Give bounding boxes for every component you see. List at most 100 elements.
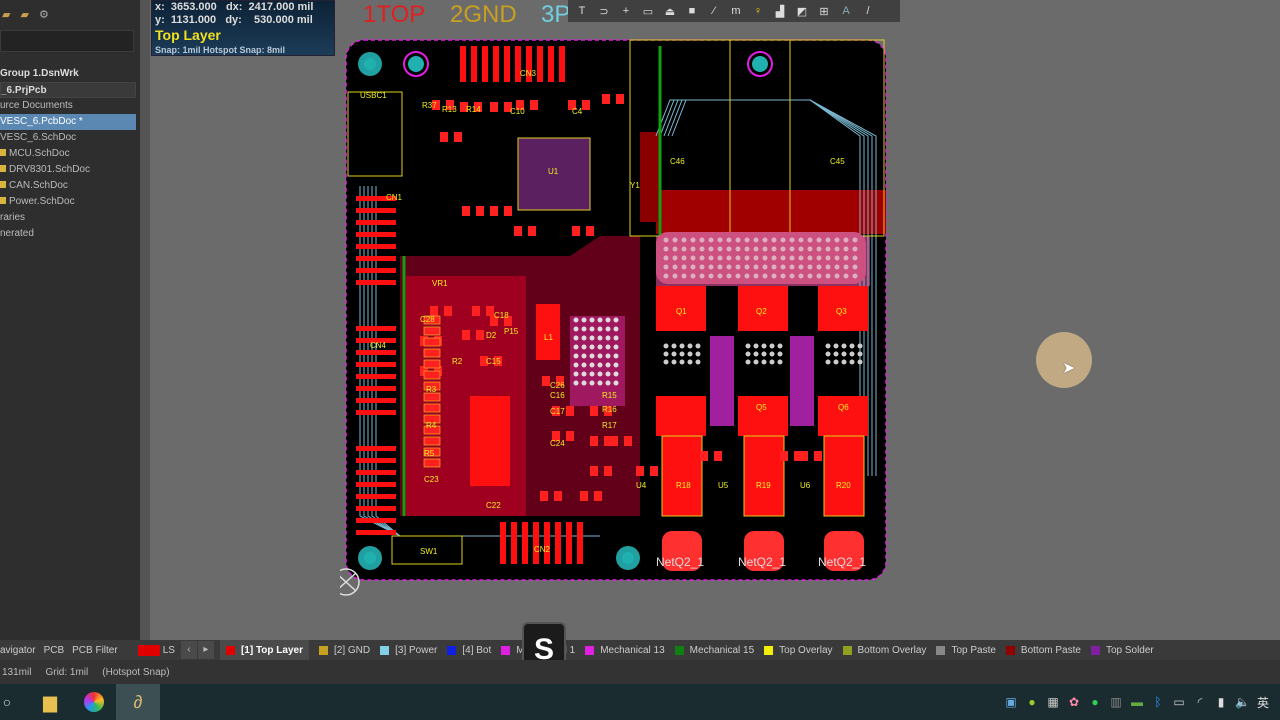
layer-tab[interactable]: [4] Bot (447, 645, 491, 656)
network-icon[interactable]: ▣ (1004, 695, 1018, 709)
layer-tab[interactable]: [2] GND (318, 644, 371, 656)
component-designator: Q2 (756, 307, 767, 316)
layer-tab[interactable]: Top Overlay (764, 645, 833, 656)
connector-pad (356, 458, 396, 463)
layer-tab[interactable]: Bottom Paste (1005, 645, 1081, 656)
via (699, 273, 705, 279)
toolbar-tool-icon[interactable]: T (573, 5, 591, 17)
altium-icon[interactable]: ∂ (116, 684, 160, 720)
folder-icon[interactable]: ▰ (20, 8, 28, 21)
tree-item[interactable]: MCU.SchDoc (0, 146, 136, 162)
component-designator: C10 (510, 107, 525, 116)
gear-icon[interactable]: ⚙ (39, 8, 49, 21)
via (745, 343, 751, 349)
mic-icon[interactable]: ▮ (1214, 695, 1228, 709)
via (581, 353, 587, 359)
layer-tab[interactable]: Bottom Overlay (842, 645, 926, 656)
via (833, 343, 839, 349)
via (690, 264, 696, 270)
flower-icon[interactable]: ✿ (1067, 695, 1081, 709)
panel-tab-pcb[interactable]: PCB (44, 645, 73, 656)
app-icon[interactable]: ● (1025, 695, 1039, 709)
toolbar-tool-icon[interactable]: m (727, 5, 745, 17)
tree-item[interactable]: VESC_6.PcbDoc * (0, 114, 136, 130)
ime-indicator[interactable]: 英 (1256, 694, 1270, 711)
toolbar-tool-icon[interactable]: ⏏ (661, 5, 679, 18)
shunt-resistor (661, 435, 703, 517)
toolbar-tool-icon[interactable]: / (859, 5, 877, 17)
tree-item[interactable]: VESC_6.SchDoc (0, 130, 136, 146)
component-designator: VR1 (432, 279, 448, 288)
tree-item[interactable]: urce Documents (0, 98, 136, 114)
layer-set-button[interactable]: LS (137, 644, 175, 656)
toolbar-tool-icon[interactable]: A (837, 5, 855, 17)
layer-tab[interactable]: Top Paste (936, 645, 996, 656)
wechat-icon[interactable]: ● (1088, 695, 1102, 709)
smd-pad (590, 466, 598, 476)
via (726, 264, 732, 270)
via (581, 344, 587, 350)
via (771, 264, 777, 270)
via (717, 273, 723, 279)
search-icon[interactable]: ○ (0, 684, 14, 720)
toolbar-tool-icon[interactable]: ⊃ (595, 5, 613, 18)
via (663, 264, 669, 270)
toolbar-tool-icon[interactable]: + (617, 5, 635, 17)
tablet-icon[interactable]: ▥ (1109, 695, 1123, 709)
layer-color-swatch (447, 645, 457, 655)
via (807, 273, 813, 279)
tree-item[interactable]: Group 1.DsnWrk (0, 66, 136, 82)
volume-icon[interactable]: 🔈 (1235, 695, 1250, 709)
layer-tab[interactable]: [3] Power (380, 645, 437, 656)
toolbar-tool-icon[interactable]: ⊞ (815, 5, 833, 18)
layer-tab[interactable]: Top Solder (1090, 645, 1154, 656)
layer-tab[interactable]: Mechanical 13 (585, 645, 665, 656)
smd-pad (590, 406, 598, 416)
file-explorer-icon[interactable]: ▆ (28, 684, 72, 720)
layer-tab[interactable]: [1] Top Layer (219, 640, 309, 660)
via (717, 246, 723, 252)
component-designator: R37 (422, 101, 437, 110)
panel-tab-navigator[interactable]: avigator (0, 645, 44, 656)
ls-label: LS (162, 644, 175, 656)
tree-item[interactable]: DRV8301.SchDoc (0, 162, 136, 178)
chrome-icon[interactable] (72, 684, 116, 720)
toolbar-tool-icon[interactable]: ♀ (749, 5, 767, 17)
toolbar-tool-icon[interactable]: ■ (683, 5, 701, 17)
layer-color-swatch (764, 645, 774, 655)
via (597, 326, 603, 332)
via (708, 255, 714, 261)
prev-layer-button[interactable]: ‹ (180, 641, 197, 659)
via (597, 362, 603, 368)
toolbar-tool-icon[interactable]: ⁄ (705, 5, 723, 17)
battery-icon[interactable]: ▭ (1172, 695, 1186, 709)
via (825, 246, 831, 252)
power-trace (710, 336, 734, 426)
tree-item[interactable]: _6.PrjPcb (0, 82, 136, 98)
next-layer-button[interactable]: ▸ (197, 641, 214, 659)
component-designator: R20 (836, 481, 851, 490)
bluetooth-icon[interactable]: ᛒ (1151, 695, 1165, 709)
panel-tab-pcb-filter[interactable]: PCB Filter (72, 645, 126, 656)
connector-pad (504, 46, 510, 82)
tree-item[interactable]: Power.SchDoc (0, 194, 136, 210)
tree-item[interactable]: CAN.SchDoc (0, 178, 136, 194)
pcb-canvas[interactable]: CN3 USBC1 R37 R13 R14 C10 C4 U1 C46 C45 CN1 VR1 C28 C… (340, 36, 900, 606)
via (762, 264, 768, 270)
tree-item[interactable]: nerated (0, 226, 136, 242)
search-input[interactable] (0, 30, 134, 52)
layer-tab-label: [2] GND (333, 644, 371, 656)
panel-splitter[interactable] (140, 0, 150, 640)
tree-item[interactable]: raries (0, 210, 136, 226)
via (816, 237, 822, 243)
via (663, 359, 669, 365)
nvidia-icon[interactable]: ▬ (1130, 695, 1144, 709)
toolbar-tool-icon[interactable]: ▟ (771, 5, 789, 18)
toolbar-tool-icon[interactable]: ◩ (793, 5, 811, 18)
layer-tab[interactable]: Mechanical 15 (674, 645, 754, 656)
wifi-icon[interactable]: ◜ (1193, 695, 1207, 709)
toolbar-tool-icon[interactable]: ▭ (639, 5, 657, 18)
via (833, 351, 839, 357)
folder-open-icon[interactable]: ▰ (2, 8, 10, 21)
qr-icon[interactable]: ▦ (1046, 695, 1060, 709)
